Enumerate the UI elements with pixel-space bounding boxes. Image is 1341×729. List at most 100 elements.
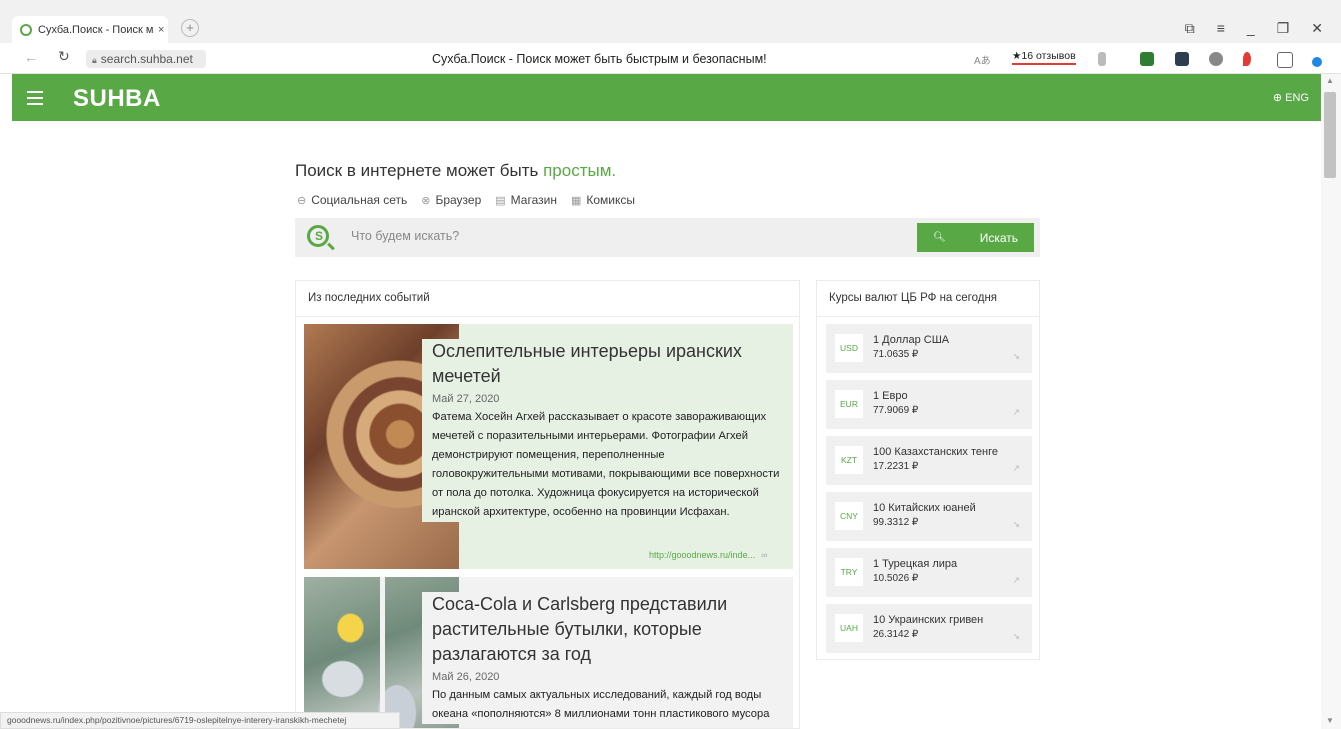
currency-name: 1 Доллар США xyxy=(873,334,950,346)
downloads-icon[interactable] xyxy=(1312,57,1322,67)
reload-icon[interactable]: ↻ xyxy=(58,48,70,65)
currency-value: 71.0635 ₽ xyxy=(873,349,919,360)
news-body: Фатема Хосейн Агхей рассказывает о красо… xyxy=(432,411,780,518)
link-label: Магазин xyxy=(510,193,557,207)
comics-icon: ▦ xyxy=(570,194,582,207)
browser-tab-bar: Сухба.Поиск - Поиск м × + ⧉ ≡ _ ❐ ✕ xyxy=(0,0,1341,43)
extension-news-icon[interactable] xyxy=(1175,52,1189,66)
link-label: Комиксы xyxy=(586,193,635,207)
news-body: По данным самых актуальных исследований,… xyxy=(432,689,770,720)
news-date: Май 26, 2020 xyxy=(432,671,500,683)
site-logo[interactable]: SUHBA xyxy=(73,85,161,113)
trend-down-icon: ↘ xyxy=(1012,631,1020,641)
currency-name: 10 Китайских юаней xyxy=(873,502,976,514)
search-button[interactable]: 🔍︎ Искать xyxy=(917,223,1034,252)
news-date: Май 27, 2020 xyxy=(432,393,500,405)
rate-row-try: TRY 1 Турецкая лира 10.5026 ₽ ↗ xyxy=(826,548,1032,597)
search-input[interactable] xyxy=(351,229,891,243)
rate-row-cny: CNY 10 Китайских юаней 99.3312 ₽ ↘ xyxy=(826,492,1032,541)
link-shop[interactable]: ▤ Магазин xyxy=(495,193,557,207)
scroll-up-icon[interactable]: ▲ xyxy=(1326,76,1334,85)
divider xyxy=(296,316,799,317)
scrollbar-thumb[interactable] xyxy=(1324,92,1336,178)
news-text: Coca-Cola и Carlsberg представили растит… xyxy=(422,592,784,724)
menu-icon[interactable]: ≡ xyxy=(1217,20,1225,37)
tagline-text: Поиск в интернете может быть xyxy=(295,161,544,180)
minimize-button[interactable]: _ xyxy=(1247,20,1255,37)
rates-panel-title: Курсы валют ЦБ РФ на сегодня xyxy=(829,292,998,304)
currency-code: EUR xyxy=(835,390,863,418)
currency-value: 99.3312 ₽ xyxy=(873,517,919,528)
site-header: SUHBA ⊕ ENG xyxy=(12,74,1321,121)
trend-up-icon: ↗ xyxy=(1012,407,1020,417)
currency-rates-panel: Курсы валют ЦБ РФ на сегодня USD 1 Долла… xyxy=(816,280,1040,660)
new-tab-button[interactable]: + xyxy=(181,19,199,37)
news-text: Ослепительные интерьеры иранских мечетей… xyxy=(422,339,784,522)
bookmark-icon[interactable] xyxy=(1098,52,1106,66)
lock-icon: 🔒︎ xyxy=(92,55,97,65)
currency-code: USD xyxy=(835,334,863,362)
currency-name: 10 Украинских гривен xyxy=(873,614,984,626)
close-window-button[interactable]: ✕ xyxy=(1311,20,1323,37)
tab-close-icon[interactable]: × xyxy=(158,24,164,36)
currency-value: 77.9069 ₽ xyxy=(873,405,919,416)
currency-name: 1 Турецкая лира xyxy=(873,558,958,570)
currency-value: 10.5026 ₽ xyxy=(873,573,919,584)
back-arrow-icon[interactable]: ← xyxy=(24,49,38,65)
url-text: search.suhba.net xyxy=(100,52,193,66)
shop-icon: ▤ xyxy=(495,194,506,207)
language-switch[interactable]: ⊕ ENG xyxy=(1273,91,1309,104)
news-card[interactable]: Coca-Cola и Carlsberg представили растит… xyxy=(304,577,793,728)
rate-row-usd: USD 1 Доллар США 71.0635 ₽ ↘ xyxy=(826,324,1032,373)
extension-puzzle-icon[interactable] xyxy=(1277,52,1293,68)
search-button-label: Искать xyxy=(979,230,1018,245)
currency-code: TRY xyxy=(835,558,863,586)
url-field[interactable]: 🔒︎ search.suhba.net xyxy=(86,50,206,68)
reviews-link[interactable]: ★16 отзывов xyxy=(1012,49,1076,65)
news-panel: Из последних событий Ослепительные интер… xyxy=(295,280,800,729)
tab-title: Сухба.Поиск - Поиск м xyxy=(38,23,154,36)
trend-up-icon: ↗ xyxy=(1012,463,1020,473)
maximize-button[interactable]: ❐ xyxy=(1277,20,1290,37)
scroll-down-icon[interactable]: ▼ xyxy=(1326,716,1334,725)
tagline: Поиск в интернете может быть простым. xyxy=(295,161,616,181)
currency-code: KZT xyxy=(835,446,863,474)
tagline-accent: простым. xyxy=(543,161,617,180)
extension-shield-icon[interactable] xyxy=(1140,52,1154,66)
hamburger-menu-icon[interactable] xyxy=(27,91,43,109)
link-social-network[interactable]: ⊖ Социальная сеть xyxy=(297,193,407,207)
currency-code: CNY xyxy=(835,502,863,530)
address-bar: ← ↻ 🔒︎ search.suhba.net Сухба.Поиск - Пои… xyxy=(0,43,1341,74)
translate-icon[interactable]: Aあ xyxy=(974,52,991,67)
browser-tab[interactable]: Сухба.Поиск - Поиск м × xyxy=(12,16,168,43)
trend-down-icon: ↘ xyxy=(1012,519,1020,529)
link-label: Социальная сеть xyxy=(311,193,408,207)
extension-lightbulb-icon[interactable] xyxy=(1209,52,1223,66)
news-panel-title: Из последних событий xyxy=(308,292,430,304)
link-browser[interactable]: ⊗ Браузер xyxy=(421,193,481,207)
currency-code: UAH xyxy=(835,614,863,642)
currency-name: 100 Казахстанских тенге xyxy=(873,446,998,458)
site-favicon-icon xyxy=(20,23,32,36)
currency-name: 1 Евро xyxy=(873,390,908,402)
window-controls: ⧉ ≡ _ ❐ ✕ xyxy=(1185,20,1323,37)
news-title[interactable]: Ослепительные интерьеры иранских мечетей xyxy=(432,339,784,389)
browser-icon: ⊗ xyxy=(421,194,431,207)
page-title: Сухба.Поиск - Поиск может быть быстрым и… xyxy=(432,52,767,66)
search-logo-icon: S xyxy=(307,225,329,247)
rate-row-kzt: KZT 100 Казахстанских тенге 17.2231 ₽ ↗ xyxy=(826,436,1032,485)
extension-pin-icon[interactable] xyxy=(1243,52,1251,66)
link-label: Браузер xyxy=(435,193,482,207)
news-card[interactable]: Ослепительные интерьеры иранских мечетей… xyxy=(304,324,793,569)
rate-row-uah: UAH 10 Украинских гривен 26.3142 ₽ ↘ xyxy=(826,604,1032,653)
service-links: ⊖ Социальная сеть ⊗ Браузер ▤ Магазин ▦ Коми… xyxy=(297,193,635,207)
status-bar-url: gooodnews.ru/index.php/pozitivnoe/pictur… xyxy=(0,712,400,729)
news-title[interactable]: Coca-Cola и Carlsberg представили растит… xyxy=(432,592,784,667)
news-source-url: http://gooodnews.ru/inde... xyxy=(649,550,756,560)
collections-icon[interactable]: ⧉ xyxy=(1185,20,1195,37)
trend-down-icon: ↘ xyxy=(1012,351,1020,361)
link-comics[interactable]: ▦ Комиксы xyxy=(571,193,635,207)
currency-value: 17.2231 ₽ xyxy=(873,461,919,472)
divider xyxy=(817,316,1039,317)
news-source-link[interactable]: http://gooodnews.ru/inde... ∞ xyxy=(649,550,768,560)
